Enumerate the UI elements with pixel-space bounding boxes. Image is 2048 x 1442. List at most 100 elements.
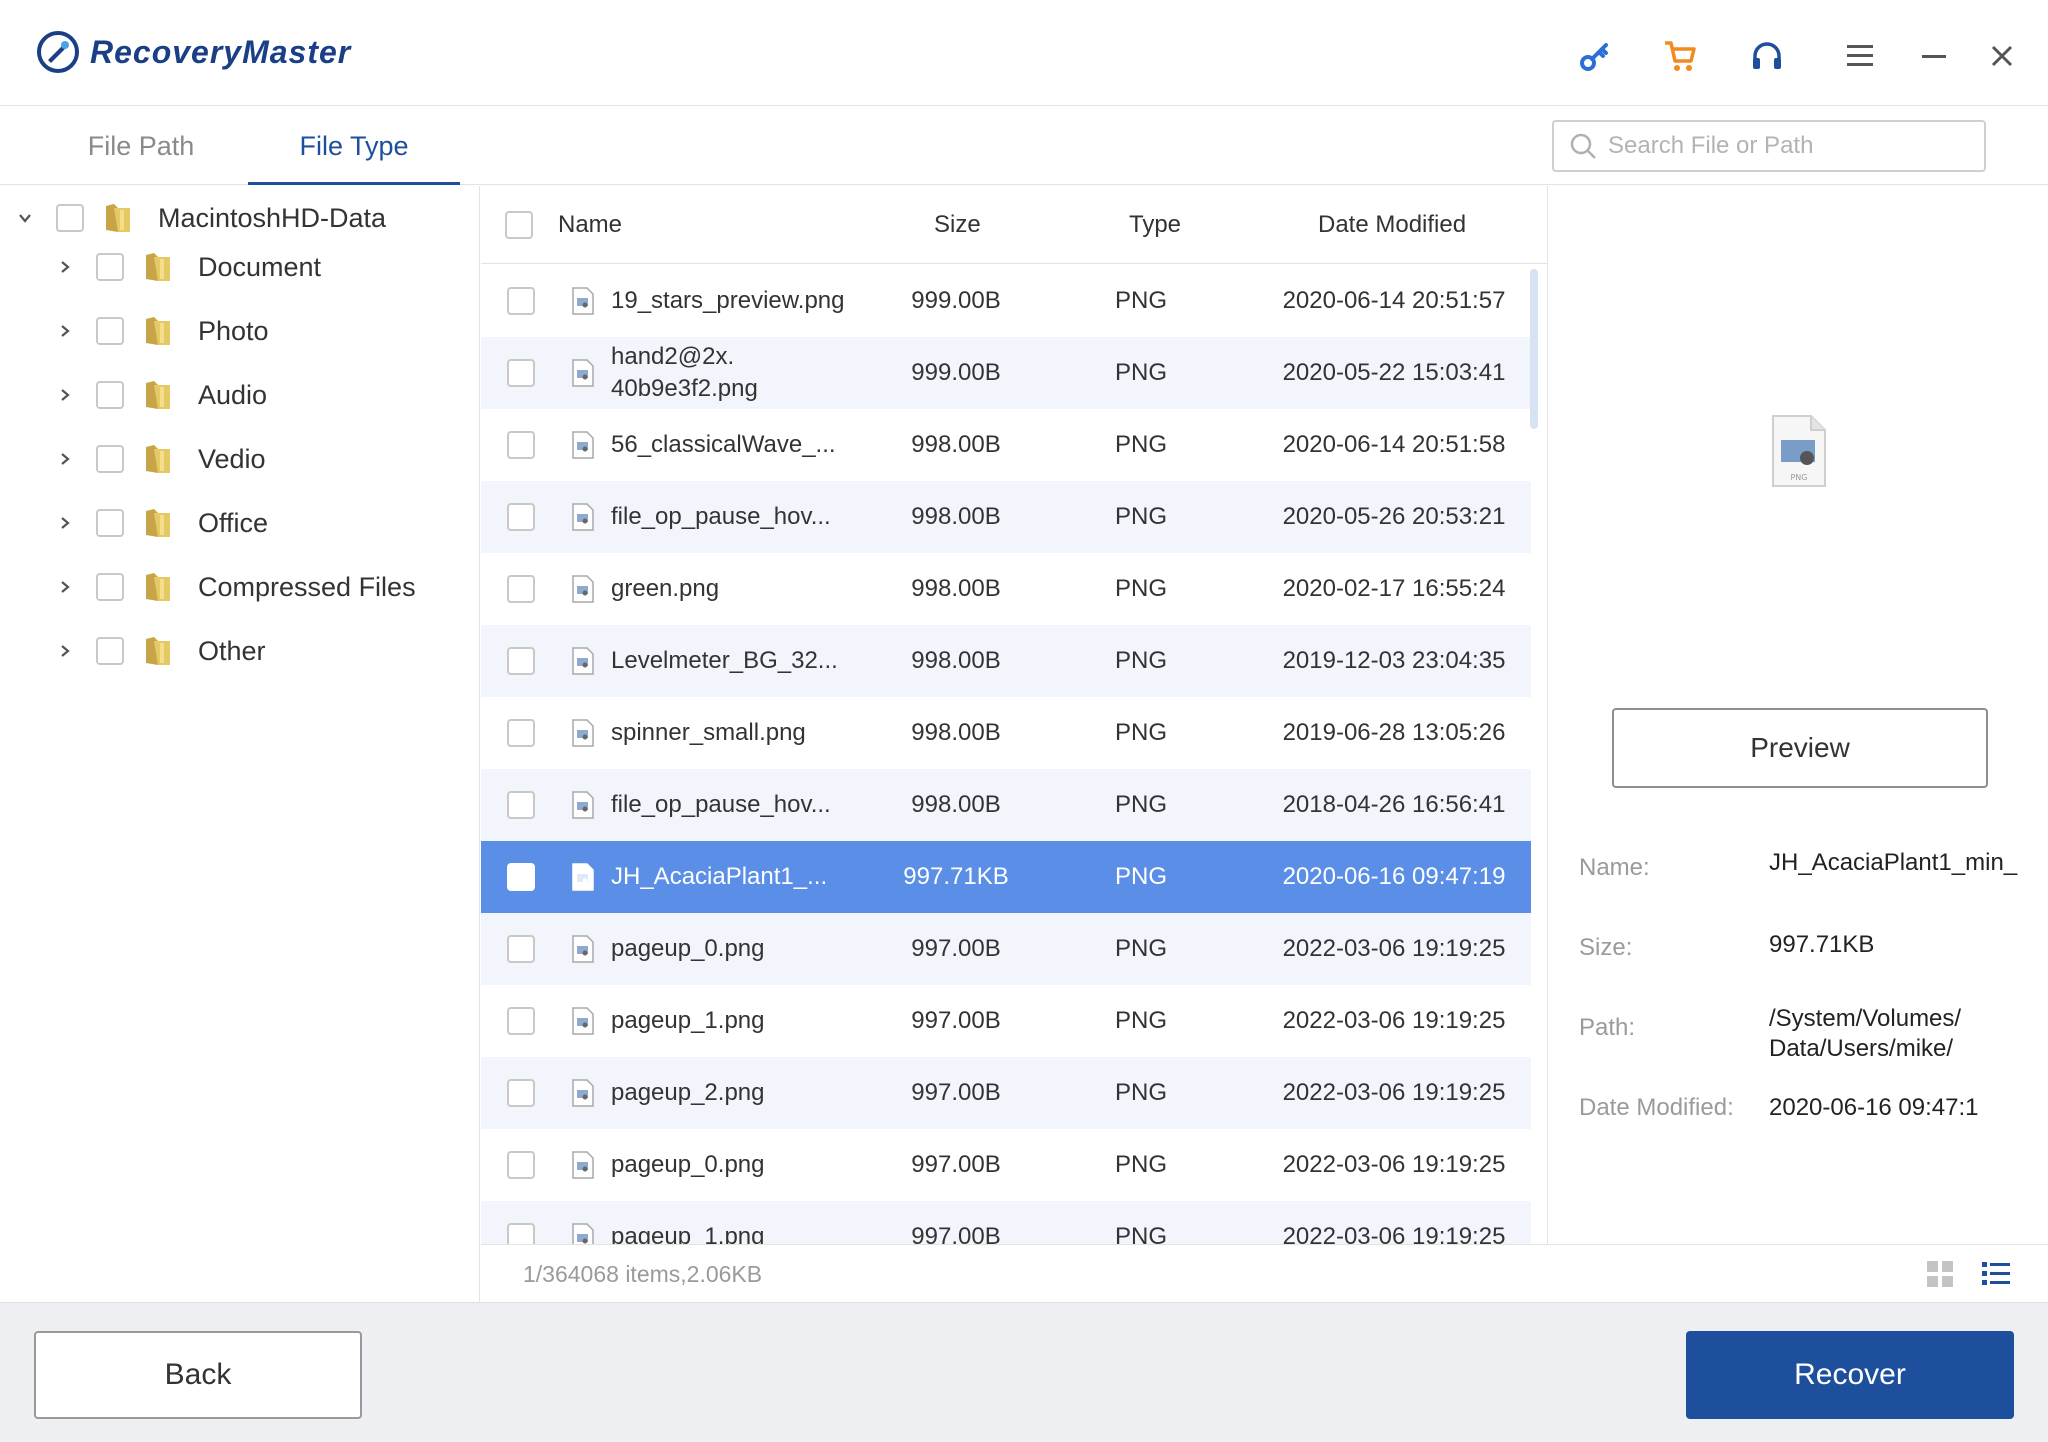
tab-file-type[interactable]: File Type <box>248 107 460 185</box>
tree-item-other[interactable]: Other <box>54 623 266 679</box>
folder-icon <box>106 204 130 232</box>
file-icon <box>572 287 594 315</box>
select-all-checkbox[interactable] <box>505 211 533 239</box>
chevron-right-icon[interactable] <box>54 640 76 662</box>
table-row[interactable]: pageup_2.png 997.00B PNG 2022-03-06 19:19:2… <box>481 1057 1531 1129</box>
row-checkbox[interactable] <box>507 1007 535 1035</box>
detail-name-value: JH_AcaciaPlant1_min_ <box>1769 849 2018 876</box>
minimize-icon[interactable] <box>1914 36 1954 76</box>
tree-item-checkbox[interactable] <box>96 573 124 601</box>
table-row[interactable]: hand2@2x. 40b9e3f2.png 999.00B PNG 2020-05-… <box>481 337 1531 409</box>
chevron-right-icon[interactable] <box>54 512 76 534</box>
row-checkbox[interactable] <box>507 287 535 315</box>
file-icon <box>572 575 594 603</box>
column-name[interactable]: Name <box>558 186 622 264</box>
tree-item-photo[interactable]: Photo <box>54 303 269 359</box>
table-row[interactable]: 56_classicalWave_... 998.00B PNG 2020-06-14… <box>481 409 1531 481</box>
row-checkbox[interactable] <box>507 359 535 387</box>
row-checkbox[interactable] <box>507 647 535 675</box>
tree-item-office[interactable]: Office <box>54 495 268 551</box>
file-size: 998.00B <box>911 791 1001 818</box>
tree-root[interactable]: MacintoshHD-Data <box>14 190 386 246</box>
file-icon <box>572 719 594 747</box>
chevron-right-icon[interactable] <box>54 320 76 342</box>
tab-file-path[interactable]: File Path <box>56 107 226 185</box>
tree-item-checkbox[interactable] <box>96 253 124 281</box>
file-type: PNG <box>1114 1007 1167 1034</box>
tree-item-checkbox[interactable] <box>96 317 124 345</box>
recover-button[interactable]: Recover <box>1686 1331 2014 1419</box>
chevron-right-icon[interactable] <box>54 384 76 406</box>
table-row[interactable]: pageup_1.png 997.00B PNG 2022-03-06 19:19:2… <box>481 1201 1531 1244</box>
table-row[interactable]: 19_stars_preview.png 999.00B PNG 2020-06-14… <box>481 265 1531 337</box>
detail-date-value: 2020-06-16 09:47:1 <box>1769 1094 1979 1121</box>
tree-item-checkbox[interactable] <box>96 509 124 537</box>
row-checkbox[interactable] <box>507 863 535 891</box>
table-row[interactable]: Levelmeter_BG_32... 998.00B PNG 2019-12-03 … <box>481 625 1531 697</box>
tree-item-document[interactable]: Document <box>54 239 321 295</box>
tree-root-checkbox[interactable] <box>56 204 84 232</box>
file-size: 999.00B <box>911 287 1001 314</box>
table-header: Name Size Type Date Modified <box>481 186 1547 264</box>
row-checkbox[interactable] <box>507 1151 535 1179</box>
chevron-right-icon[interactable] <box>54 448 76 470</box>
column-size[interactable]: Size <box>934 186 981 264</box>
chevron-down-icon[interactable] <box>14 207 36 229</box>
preview-button[interactable]: Preview <box>1612 708 1988 788</box>
close-icon[interactable] <box>1982 36 2022 76</box>
file-size: 998.00B <box>911 503 1001 530</box>
row-checkbox[interactable] <box>507 719 535 747</box>
row-checkbox[interactable] <box>507 935 535 963</box>
row-checkbox[interactable] <box>507 503 535 531</box>
cart-icon[interactable] <box>1660 36 1700 76</box>
menu-icon[interactable] <box>1840 36 1880 76</box>
list-view-icon[interactable] <box>1981 1259 2011 1289</box>
row-checkbox[interactable] <box>507 1079 535 1107</box>
key-icon[interactable] <box>1575 36 1615 76</box>
search-input[interactable] <box>1608 132 1968 160</box>
tree-item-vedio[interactable]: Vedio <box>54 431 266 487</box>
file-name: spinner_small.png <box>611 719 806 746</box>
file-icon <box>572 503 594 531</box>
file-name: green.png <box>611 575 720 602</box>
detail-panel: PNG Preview Name: JH_AcaciaPlant1_min_ S… <box>1549 186 2048 1244</box>
folder-icon <box>146 253 170 281</box>
grid-view-icon[interactable] <box>1925 1259 1955 1289</box>
table-row[interactable]: spinner_small.png 998.00B PNG 2019-06-28 13… <box>481 697 1531 769</box>
table-row[interactable]: pageup_0.png 997.00B PNG 2022-03-06 19:19:2… <box>481 1129 1531 1201</box>
folder-icon <box>146 445 170 473</box>
table-row[interactable]: file_op_pause_hov... 998.00B PNG 2018-04-26… <box>481 769 1531 841</box>
status-bar: 1/364068 items,2.06KB <box>481 1244 2048 1302</box>
column-date-modified[interactable]: Date Modified <box>1318 186 1466 264</box>
row-checkbox[interactable] <box>507 791 535 819</box>
row-checkbox[interactable] <box>507 1223 535 1244</box>
column-type[interactable]: Type <box>1129 186 1181 264</box>
tree-item-compressed-files[interactable]: Compressed Files <box>54 559 416 615</box>
file-date: 2022-03-06 19:19:25 <box>1282 935 1506 962</box>
tree-item-audio[interactable]: Audio <box>54 367 267 423</box>
file-size: 997.00B <box>911 935 1001 962</box>
tree-item-checkbox[interactable] <box>96 445 124 473</box>
file-type: PNG <box>1114 1223 1167 1244</box>
file-date: 2019-06-28 13:05:26 <box>1282 719 1506 746</box>
table-row[interactable]: green.png 998.00B PNG 2020-02-17 16:55:24 <box>481 553 1531 625</box>
tree-item-checkbox[interactable] <box>96 381 124 409</box>
table-row[interactable]: file_op_pause_hov... 998.00B PNG 2020-05-26… <box>481 481 1531 553</box>
headset-icon[interactable] <box>1747 36 1787 76</box>
detail-date-label: Date Modified: <box>1579 1094 1734 1121</box>
table-row[interactable]: pageup_0.png 997.00B PNG 2022-03-06 19:19:2… <box>481 913 1531 985</box>
file-name: pageup_1.png <box>611 1007 765 1034</box>
table-row[interactable]: JH_AcaciaPlant1_... 997.71KB PNG 2020-06-16… <box>481 841 1531 913</box>
row-checkbox[interactable] <box>507 575 535 603</box>
folder-icon <box>146 573 170 601</box>
chevron-right-icon[interactable] <box>54 576 76 598</box>
row-checkbox[interactable] <box>507 431 535 459</box>
chevron-right-icon[interactable] <box>54 256 76 278</box>
file-date: 2022-03-06 19:19:25 <box>1282 1223 1506 1244</box>
file-date: 2020-05-22 15:03:41 <box>1282 359 1506 386</box>
tree-item-checkbox[interactable] <box>96 637 124 665</box>
table-row[interactable]: pageup_1.png 997.00B PNG 2022-03-06 19:19:2… <box>481 985 1531 1057</box>
back-button[interactable]: Back <box>34 1331 362 1419</box>
table-scrollbar[interactable] <box>1530 269 1538 429</box>
file-name: Levelmeter_BG_32... <box>611 647 838 674</box>
